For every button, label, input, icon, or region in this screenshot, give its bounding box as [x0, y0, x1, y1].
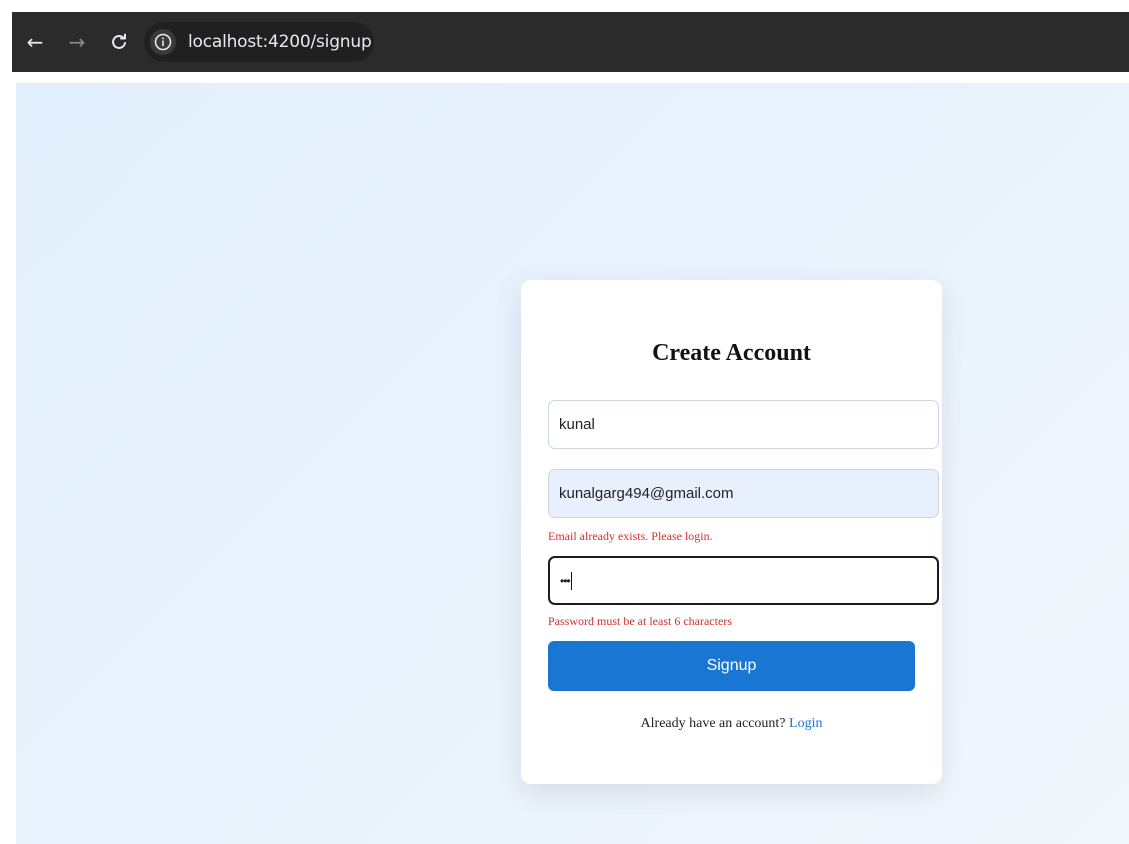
signup-button[interactable]: Signup: [548, 641, 915, 691]
info-icon: [154, 33, 172, 51]
address-bar[interactable]: localhost:4200/signup: [144, 22, 374, 62]
site-info-icon[interactable]: [150, 29, 176, 55]
reload-icon-glyph: [112, 33, 126, 49]
reload-icon[interactable]: [104, 27, 134, 57]
login-prompt-text: Already have an account?: [640, 716, 786, 731]
page-title: Create Account: [652, 340, 811, 366]
url-text[interactable]: localhost:4200/signup: [188, 32, 372, 52]
name-input-value: kunal: [559, 416, 595, 433]
password-input-value: •••: [560, 573, 571, 588]
password-input[interactable]: •••: [548, 556, 939, 605]
password-error-message: Password must be at least 6 characters: [548, 614, 732, 628]
login-prompt: Already have an account? Login: [521, 716, 942, 732]
forward-arrow-icon[interactable]: →: [62, 27, 92, 57]
browser-toolbar: ← → localhost:4200/signup: [12, 12, 1129, 72]
name-input[interactable]: kunal: [548, 400, 939, 449]
email-input[interactable]: kunalgarg494@gmail.com: [548, 469, 939, 518]
login-link[interactable]: Login: [789, 716, 822, 731]
email-input-value: kunalgarg494@gmail.com: [559, 485, 734, 502]
back-arrow-icon[interactable]: ←: [20, 27, 50, 57]
email-error-message: Email already exists. Please login.: [548, 529, 713, 543]
text-caret: [570, 571, 572, 590]
